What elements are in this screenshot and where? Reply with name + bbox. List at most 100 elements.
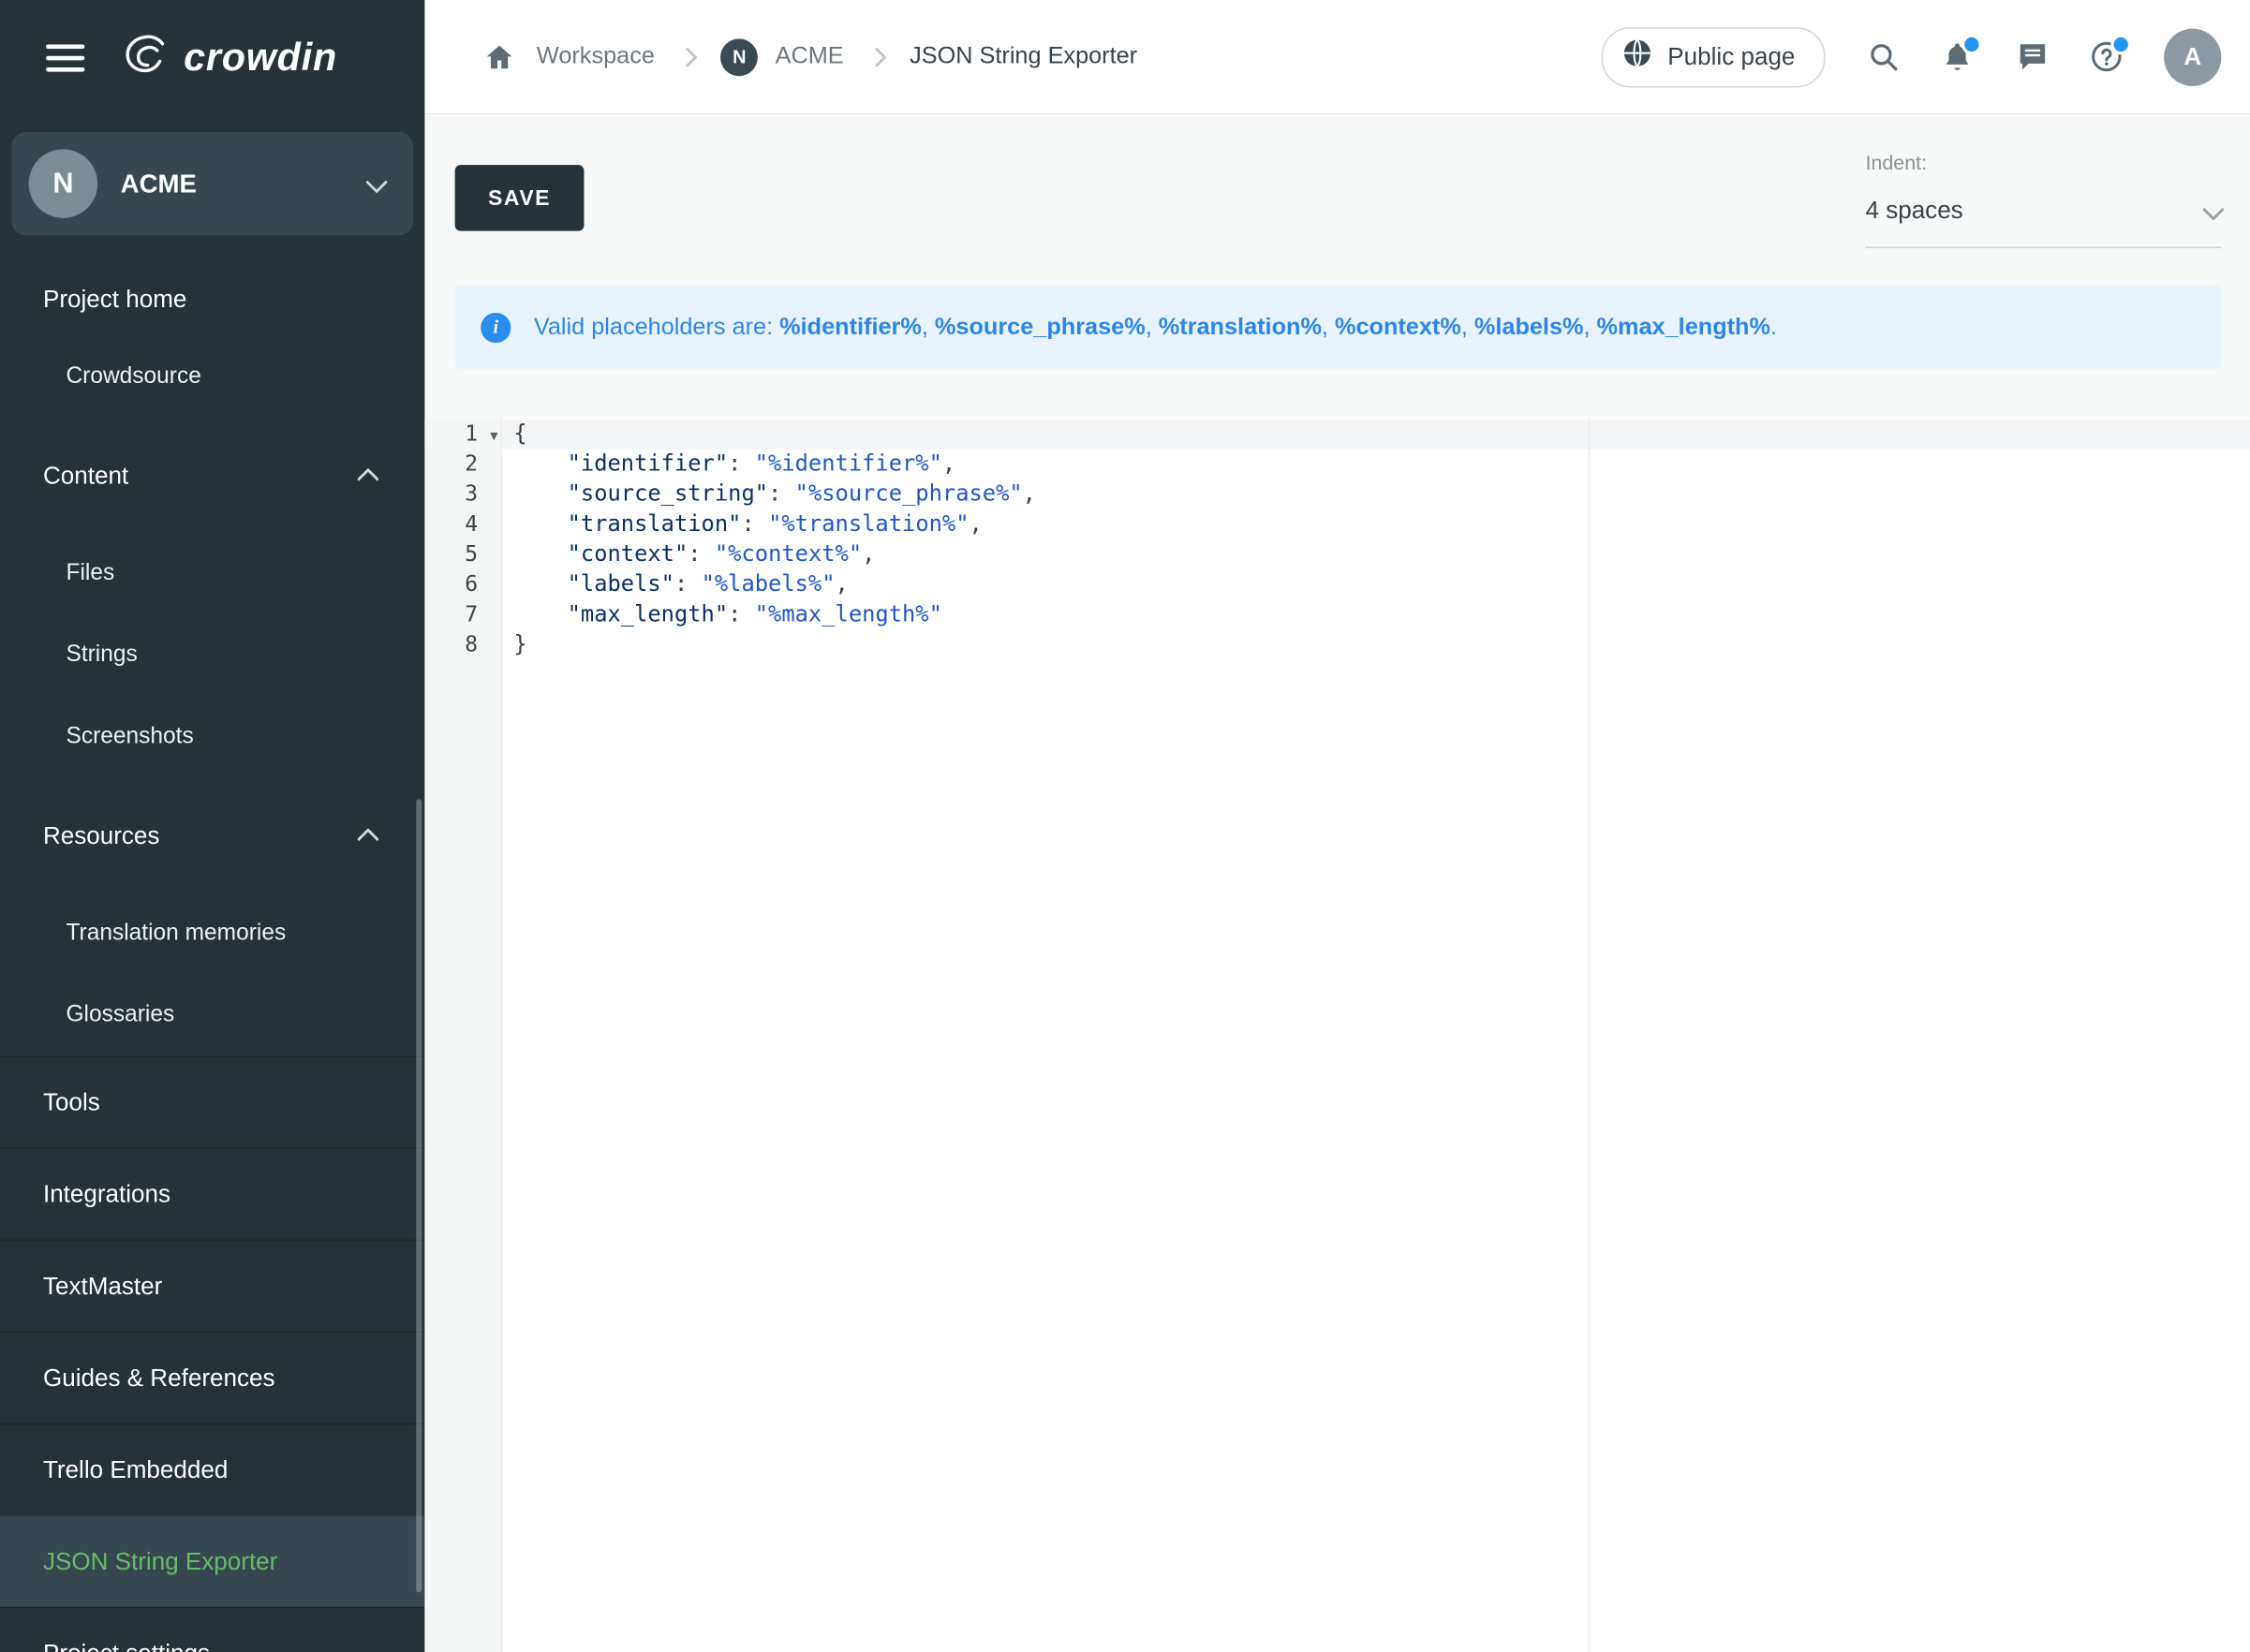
editor-line[interactable]: } xyxy=(513,630,2250,660)
sidebar-item-label: Project settings xyxy=(43,1639,210,1652)
sidebar-item-translation-memories[interactable]: Translation memories xyxy=(0,892,424,974)
editor-line[interactable]: "max_length": "%max_length%" xyxy=(513,599,2250,629)
indent-select[interactable]: 4 spaces xyxy=(1865,195,2221,248)
sidebar-item-label: Trello Embedded xyxy=(43,1455,228,1482)
chevron-up-icon xyxy=(357,467,379,490)
editor-line[interactable]: "translation": "%translation%", xyxy=(513,509,2250,539)
banner-text: Valid placeholders are: %identifier%, %s… xyxy=(534,314,1777,341)
breadcrumb-separator-icon xyxy=(677,47,698,67)
sidebar-item-label: Glossaries xyxy=(66,1003,174,1027)
sidebar-item-json-string-exporter[interactable]: JSON String Exporter xyxy=(0,1515,424,1607)
sidebar: crowdin N ACME Project home Crowdsource Co… xyxy=(0,0,424,1652)
sidebar-item-label: Resources xyxy=(43,822,159,851)
sidebar-item-crowdsource[interactable]: Crowdsource xyxy=(0,335,424,417)
fold-toggle-icon[interactable]: ▾ xyxy=(490,420,497,450)
sidebar-item-label: TextMaster xyxy=(43,1272,162,1299)
main-content: SAVE Indent: 4 spaces i Valid placeholde… xyxy=(424,116,2250,1652)
help-notification-dot xyxy=(2110,34,2130,53)
sidebar-item-label: Tools xyxy=(43,1088,100,1115)
breadcrumb-item: JSON String Exporter xyxy=(910,43,1137,70)
sidebar-item-textmaster[interactable]: TextMaster xyxy=(0,1240,424,1332)
sidebar-item-guides-references[interactable]: Guides & References xyxy=(0,1332,424,1423)
sidebar-item-tools[interactable]: Tools xyxy=(0,1055,424,1147)
globe-icon xyxy=(1621,37,1653,76)
indent-label: Indent: xyxy=(1865,151,2221,175)
sidebar-item-label: Screenshots xyxy=(66,725,193,749)
sidebar-item-strings[interactable]: Strings xyxy=(0,614,424,696)
sidebar-item-project-home[interactable]: Project home xyxy=(0,264,424,336)
sidebar-item-integrations[interactable]: Integrations xyxy=(0,1148,424,1240)
sidebar-item-label: Guides & References xyxy=(43,1364,275,1391)
sidebar-item-project-settings[interactable]: Project settings xyxy=(0,1607,424,1652)
placeholder-token: %max_length% xyxy=(1597,314,1770,340)
sidebar-item-glossaries[interactable]: Glossaries xyxy=(0,974,424,1055)
project-avatar: N xyxy=(720,38,758,76)
sidebar-item-label: Content xyxy=(43,462,128,491)
editor-line[interactable]: "source_string": "%source_phrase%", xyxy=(513,479,2250,509)
chevron-down-icon xyxy=(365,170,388,193)
code-editor[interactable]: 1▾2345678 { "identifier": "%identifier%"… xyxy=(424,418,2250,1652)
workspace-avatar: N xyxy=(29,149,98,218)
chevron-down-icon xyxy=(2202,198,2225,220)
line-number: 8 xyxy=(424,630,500,660)
editor-line[interactable]: "identifier": "%identifier%", xyxy=(513,449,2250,479)
menu-icon[interactable] xyxy=(46,37,84,78)
topbar: Workspace N ACME JSON String Exporter Publi… xyxy=(424,0,2250,115)
save-button[interactable]: SAVE xyxy=(455,165,585,230)
sidebar-item-label: JSON String Exporter xyxy=(43,1547,277,1574)
crowdin-logo-icon xyxy=(122,32,170,82)
help-icon[interactable] xyxy=(2089,39,2124,74)
breadcrumb-label: Workspace xyxy=(537,43,655,70)
sidebar-item-label: Integrations xyxy=(43,1180,170,1207)
breadcrumb-item[interactable]: N ACME xyxy=(720,38,843,76)
public-page-button[interactable]: Public page xyxy=(1602,26,1826,86)
crowdin-app: crowdin N ACME Project home Crowdsource Co… xyxy=(0,0,2250,1652)
line-number: 2 xyxy=(424,449,500,479)
workspace-selector[interactable]: N ACME xyxy=(11,132,413,235)
chevron-up-icon xyxy=(357,827,379,849)
line-number: 3 xyxy=(424,479,500,509)
placeholder-token: %labels% xyxy=(1474,314,1584,340)
info-banner: i Valid placeholders are: %identifier%, … xyxy=(455,286,2222,369)
sidebar-item-label: Project home xyxy=(43,286,186,313)
sidebar-item-label: Crowdsource xyxy=(66,364,200,389)
line-number: 5 xyxy=(424,539,500,569)
breadcrumb-separator-icon xyxy=(866,47,887,67)
breadcrumb-item[interactable]: Workspace xyxy=(537,43,655,70)
line-number: 1▾ xyxy=(424,419,500,449)
sidebar-item-label: Files xyxy=(66,561,114,585)
breadcrumb-label: ACME xyxy=(776,43,844,70)
home-icon[interactable] xyxy=(482,39,517,74)
crowdin-logo[interactable]: crowdin xyxy=(122,32,337,82)
sidebar-item-label: Strings xyxy=(66,642,137,667)
breadcrumb: Workspace N ACME JSON String Exporter xyxy=(482,38,1137,76)
breadcrumb-label: JSON String Exporter xyxy=(910,43,1137,70)
messages-icon[interactable] xyxy=(2015,39,2050,74)
sidebar-item-trello-embedded[interactable]: Trello Embedded xyxy=(0,1423,424,1515)
info-icon: i xyxy=(481,312,511,342)
public-page-label: Public page xyxy=(1667,42,1795,71)
editor-line[interactable]: { xyxy=(513,419,2250,449)
notifications-bell-icon[interactable] xyxy=(1940,39,1975,74)
editor-code[interactable]: { "identifier": "%identifier%", "source_… xyxy=(502,418,2250,1652)
placeholder-token: %translation% xyxy=(1159,314,1322,340)
sidebar-item-screenshots[interactable]: Screenshots xyxy=(0,696,424,777)
sidebar-nav: Project home Crowdsource Content Files Strin… xyxy=(0,264,424,1652)
sidebar-item-resources[interactable]: Resources xyxy=(0,798,424,876)
editor-gutter: 1▾2345678 xyxy=(424,418,502,1652)
indent-value: 4 spaces xyxy=(1865,195,1962,227)
sidebar-scrollbar[interactable] xyxy=(416,799,422,1592)
sidebar-item-content[interactable]: Content xyxy=(0,437,424,515)
placeholder-token: %context% xyxy=(1335,314,1461,340)
search-icon[interactable] xyxy=(1865,39,1900,74)
user-avatar[interactable]: A xyxy=(2164,28,2221,85)
crowdin-logo-text: crowdin xyxy=(184,36,337,80)
editor-line[interactable]: "labels": "%labels%", xyxy=(513,569,2250,599)
placeholder-token: %identifier% xyxy=(779,314,922,340)
line-number: 7 xyxy=(424,599,500,629)
sidebar-header: crowdin xyxy=(0,0,424,115)
line-number: 6 xyxy=(424,569,500,599)
editor-line[interactable]: "context": "%context%", xyxy=(513,539,2250,569)
sidebar-item-label: Translation memories xyxy=(66,921,286,945)
sidebar-item-files[interactable]: Files xyxy=(0,532,424,613)
